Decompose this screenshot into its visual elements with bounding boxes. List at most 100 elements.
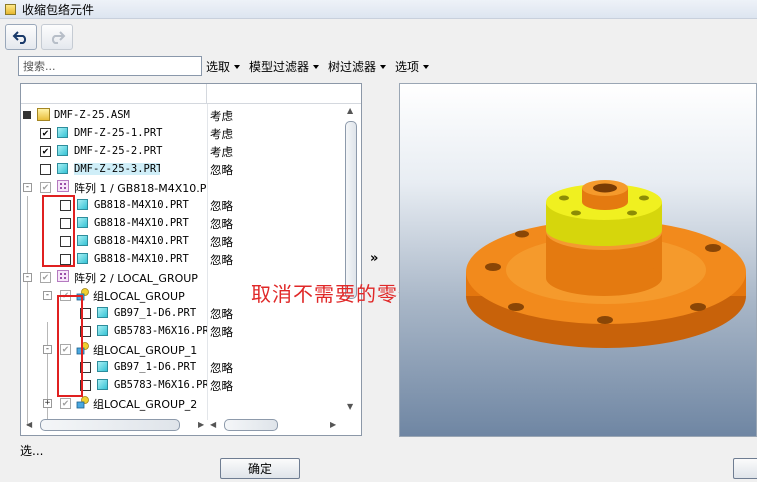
tree-vertical-scrollbar[interactable]: ▲ ▼ bbox=[344, 105, 358, 415]
part-icon bbox=[77, 235, 88, 246]
options-menu-label: 选项 bbox=[395, 60, 420, 74]
tree-row[interactable]: DMF-Z-25-3.PRT 忽略 bbox=[21, 160, 345, 178]
chevron-down-icon bbox=[313, 64, 320, 69]
collapse-icon[interactable] bbox=[23, 111, 31, 119]
tree-row-assembly[interactable]: DMF-Z-25.ASM 考虑 bbox=[21, 106, 345, 124]
tree-row-status[interactable]: 考虑 bbox=[210, 144, 233, 160]
part-icon bbox=[57, 127, 68, 138]
tree-horizontal-scrollbar[interactable]: ◀ ▶ ◀ ▶ bbox=[24, 419, 340, 431]
redo-icon bbox=[51, 31, 66, 44]
tree-row-name: DMF-Z-25.ASM bbox=[54, 109, 130, 121]
collapse-icon[interactable]: - bbox=[43, 291, 52, 300]
tree-header bbox=[21, 84, 361, 104]
tree-row-status[interactable]: 忽略 bbox=[210, 324, 233, 340]
tree-row-name: 组LOCAL_GROUP bbox=[93, 290, 185, 303]
ok-button[interactable]: 确定 bbox=[220, 458, 300, 479]
search-input[interactable] bbox=[18, 56, 202, 76]
tree-row-status[interactable]: 忽略 bbox=[210, 252, 233, 268]
scroll-left-icon[interactable]: ◀ bbox=[210, 421, 216, 429]
tree-row-status[interactable]: 忽略 bbox=[210, 234, 233, 250]
scroll-right-icon[interactable]: ▶ bbox=[198, 421, 204, 429]
expand-panel-button[interactable]: » bbox=[370, 251, 378, 266]
select-menu[interactable]: 选取 bbox=[206, 58, 241, 75]
model-viewport[interactable] bbox=[399, 83, 757, 437]
tree-row-status[interactable]: 忽略 bbox=[210, 216, 233, 232]
tree-row-status[interactable]: 忽略 bbox=[210, 378, 233, 394]
part-icon bbox=[97, 307, 108, 318]
tree-row-status[interactable]: 考虑 bbox=[210, 126, 233, 142]
tree-row-name: GB5783-M6X16.PRT bbox=[114, 325, 207, 337]
tree-row-status[interactable]: 考虑 bbox=[210, 108, 233, 124]
tree-row[interactable]: ✔ DMF-Z-25-1.PRT 考虑 bbox=[21, 124, 345, 142]
scroll-up-icon[interactable]: ▲ bbox=[347, 107, 353, 115]
window-title: 收缩包络元件 bbox=[22, 2, 95, 17]
group-icon bbox=[76, 396, 89, 409]
tree-row-name: DMF-Z-25-1.PRT bbox=[74, 127, 163, 139]
include-checkbox[interactable]: ✔ bbox=[40, 146, 51, 157]
model-filter-menu[interactable]: 模型过滤器 bbox=[249, 58, 320, 75]
part-model-image bbox=[466, 180, 746, 348]
annotation-box bbox=[57, 295, 83, 397]
tree-header-name-column[interactable] bbox=[21, 84, 207, 103]
chevron-down-icon bbox=[234, 64, 241, 69]
redo-button[interactable] bbox=[41, 24, 73, 50]
pattern-icon bbox=[57, 270, 69, 282]
include-checkbox[interactable]: ✔ bbox=[40, 272, 51, 283]
annotation-text: 取消不需要的零件 bbox=[251, 282, 419, 306]
tree-filter-menu[interactable]: 树过滤器 bbox=[328, 58, 387, 75]
chevron-down-icon bbox=[380, 64, 387, 69]
tree-row-pattern[interactable]: - ✔ 阵列 1 / GB818-M4X10.PRT bbox=[21, 178, 345, 196]
part-icon bbox=[77, 253, 88, 264]
chevron-down-icon bbox=[423, 64, 430, 69]
part-icon bbox=[97, 361, 108, 372]
tree-row-name: DMF-Z-25-2.PRT bbox=[74, 145, 163, 157]
part-icon bbox=[57, 163, 68, 174]
scroll-right-icon[interactable]: ▶ bbox=[330, 421, 336, 429]
scroll-down-icon[interactable]: ▼ bbox=[347, 403, 353, 411]
tree-row-name: 阵列 1 / GB818-M4X10.PRT bbox=[74, 182, 207, 195]
include-checkbox[interactable] bbox=[40, 164, 51, 175]
part-icon bbox=[57, 145, 68, 156]
cancel-button[interactable] bbox=[733, 458, 757, 479]
tree-row-name: GB97_1-D6.PRT bbox=[114, 361, 197, 373]
collapse-icon[interactable]: - bbox=[23, 183, 32, 192]
scroll-thumb[interactable] bbox=[345, 121, 357, 299]
tree-filter-label: 树过滤器 bbox=[328, 60, 377, 74]
undo-button[interactable] bbox=[5, 24, 37, 50]
shrinkwrap-icon bbox=[5, 3, 16, 15]
tree-row-name: DMF-Z-25-3.PRT bbox=[74, 163, 160, 175]
include-checkbox[interactable]: ✔ bbox=[40, 182, 51, 193]
tree-header-status-column[interactable] bbox=[207, 84, 361, 103]
collapse-icon[interactable]: - bbox=[23, 273, 32, 282]
scroll-left-icon[interactable]: ◀ bbox=[26, 421, 32, 429]
model-filter-label: 模型过滤器 bbox=[249, 60, 310, 74]
part-icon bbox=[97, 325, 108, 336]
tree-row-status[interactable]: 忽略 bbox=[210, 162, 233, 178]
tree-row-status[interactable]: 忽略 bbox=[210, 360, 233, 376]
collapse-icon[interactable]: - bbox=[43, 345, 52, 354]
part-icon bbox=[77, 217, 88, 228]
undo-icon bbox=[12, 31, 27, 44]
part-icon bbox=[97, 379, 108, 390]
tree-row-status[interactable]: 忽略 bbox=[210, 306, 233, 322]
tree-row[interactable]: ✔ DMF-Z-25-2.PRT 考虑 bbox=[21, 142, 345, 160]
tree-row-name: 组LOCAL_GROUP_1 bbox=[93, 344, 198, 357]
include-checkbox[interactable]: ✔ bbox=[60, 398, 71, 409]
tree-row-name: GB5783-M6X16.PRT bbox=[114, 379, 207, 391]
scroll-thumb[interactable] bbox=[40, 419, 180, 431]
assembly-icon bbox=[37, 108, 50, 121]
tree-row-name: 阵列 2 / LOCAL_GROUP bbox=[74, 272, 198, 285]
status-text: 选... bbox=[20, 444, 44, 458]
scroll-thumb[interactable] bbox=[224, 419, 278, 431]
title-bar: 收缩包络元件 bbox=[0, 0, 757, 19]
expand-icon[interactable]: + bbox=[43, 399, 52, 408]
annotation-box bbox=[42, 195, 75, 267]
select-menu-label: 选取 bbox=[206, 60, 231, 74]
tree-row-name: GB97_1-D6.PRT bbox=[114, 307, 197, 319]
options-menu[interactable]: 选项 bbox=[395, 58, 430, 75]
pattern-icon bbox=[57, 180, 69, 192]
tree-row-name: 组LOCAL_GROUP_2 bbox=[93, 398, 198, 411]
include-checkbox[interactable]: ✔ bbox=[40, 128, 51, 139]
tree-row-status[interactable]: 忽略 bbox=[210, 198, 233, 214]
part-icon bbox=[77, 199, 88, 210]
